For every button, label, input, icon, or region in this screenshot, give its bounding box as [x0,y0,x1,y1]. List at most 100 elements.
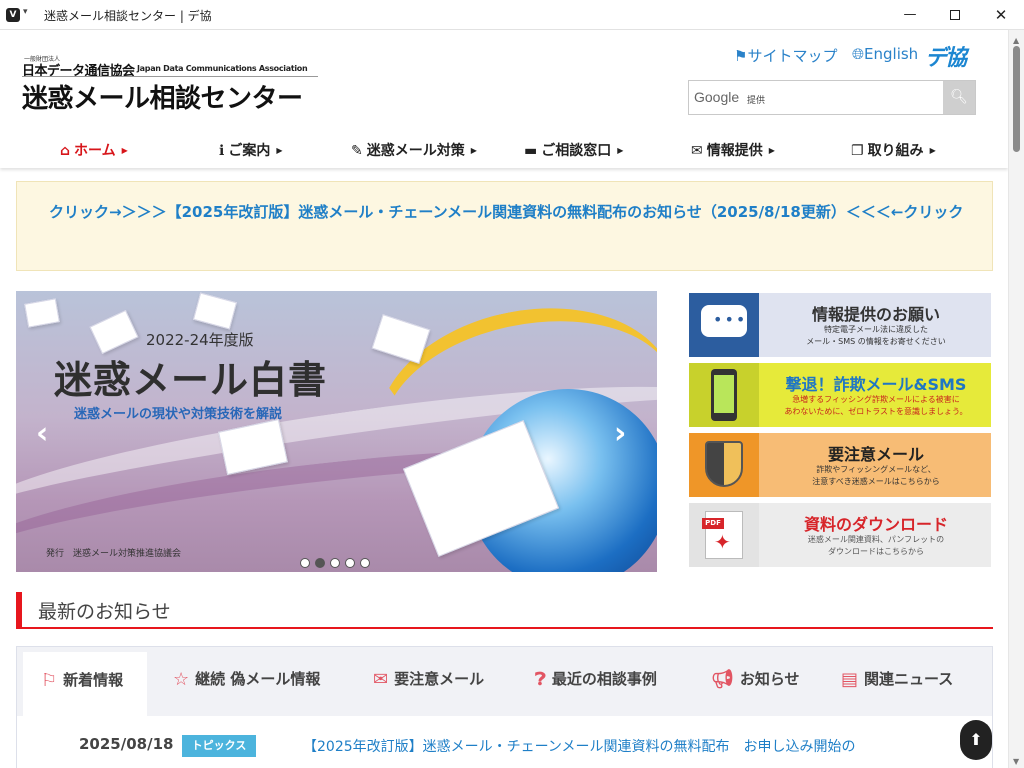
search-box[interactable]: Google 提供 🔍︎ [688,80,976,115]
signpost-icon: ⚐ [41,670,58,691]
banner-report-request[interactable]: ••• 情報提供のお願い 特定電子メール法に違反した メール・SMS の情報をお寄… [689,293,991,357]
org-name-english[interactable]: Japan Data Communications Association [137,64,308,73]
scroll-up-arrow-icon[interactable]: ▲ [1013,36,1019,45]
nav-label: ご相談窓口 [541,143,612,159]
tab-recent-cases[interactable]: ❓︎ 最近の相談事例 [535,647,657,717]
banner-title: 要注意メール [827,445,924,464]
slider-next-button[interactable]: › [614,419,626,449]
window-titlebar: V ▾ 迷惑メール相談センター | デ協 — ✕ [0,0,1024,30]
chat-icon: ▬ [524,143,538,159]
globe-icon: 🌐︎ [852,45,865,63]
arrow-up-icon: ⬆ [969,730,983,749]
banner-fraud-sms[interactable]: 撃退！詐欺メール&SMS 急増するフィッシング詐欺メールによる被害に あわないため… [689,363,991,427]
phone-screen [714,375,734,413]
tab-related-news[interactable]: ▤ 関連ニュース [841,647,953,717]
tab-label: 要注意メール [394,670,485,688]
dekyo-logo[interactable]: デ協 [925,40,977,71]
tab-fake-mail[interactable]: ☆ 継続 偽メール情報 [173,647,320,717]
hero-slider[interactable]: 2022-24年度版 迷惑メール白書 迷惑メールの現状や対策技術を解説 発行 迷… [16,291,657,572]
nav-label: ご案内 [228,143,271,159]
english-link[interactable]: 🌐︎English [852,45,918,63]
pdf-icon: PDF ✦ [689,503,759,567]
site-header: 一般財団法人 日本データ通信協会 Japan Data Communicatio… [0,30,1008,168]
nav-item-home[interactable]: ⌂ ホーム ▶ [60,140,128,160]
tab-new-info[interactable]: ⚐ 新着情報 [23,652,147,717]
shield-shape [705,441,743,487]
caret-right-icon: ▶ [617,146,624,155]
news-heading-text: 最新のお知らせ [38,601,171,623]
slider-dot[interactable] [345,558,355,568]
nav-item-consultation[interactable]: ▬ ご相談窓口 ▶ [524,140,623,160]
banner-desc-line: 急増するフィッシング詐欺メールによる被害に [792,395,960,404]
scroll-thumb[interactable] [1013,46,1020,152]
google-provided-label: 提供 [747,96,766,106]
nav-item-report[interactable]: ✉ 情報提供 ▶ [691,140,775,160]
caret-right-icon: ▶ [276,146,283,155]
slider-dots [300,553,375,568]
megaphone-icon: 📢︎ [711,669,734,690]
news-section-heading: 最新のお知らせ [16,592,993,629]
banner-desc: 迷惑メール関連資料、パンフレットの ダウンロードはこちらから [761,534,991,558]
list-item: 2025/08/18 トピックス 【2025年改訂版】迷惑メール・チェーンメール… [16,716,993,768]
page-scrollbar[interactable]: ▲ ▼ [1008,30,1024,768]
search-button[interactable]: 🔍︎ [943,81,975,114]
tab-caution-mail[interactable]: ✉ 要注意メール [373,647,484,717]
tab-label: 新着情報 [63,671,124,689]
home-icon: ⌂ [60,143,71,159]
tab-label: 関連ニュース [864,670,954,688]
maximize-button[interactable] [940,4,970,26]
smartphone-icon [689,363,759,427]
news-tabs: ⚐ 新着情報 ☆ 継続 偽メール情報 ✉ 要注意メール ❓︎ 最近の相談事例 📢︎ お知ら… [16,646,993,717]
banner-desc-line: 注意すべき迷惑メールはこちらから [812,477,940,486]
slide-title: 迷惑メール白書 [54,358,328,402]
acrobat-icon: ✦ [714,530,731,554]
news-title-link[interactable]: 【2025年改訂版】迷惑メール・チェーンメール関連資料の無料配布 お申し込み開始… [303,736,943,756]
banner-desc-line: 特定電子メール法に違反した [824,325,928,334]
app-icon[interactable]: V [6,8,20,22]
documents-icon: ❐ [851,143,864,159]
window-title: 迷惑メール相談センター | デ協 [44,9,212,23]
category-badge: トピックス [182,735,256,757]
tab-label: お知らせ [739,670,800,688]
banner-desc-line: あわないために、ゼロトラストを意識しましょう。 [784,407,968,416]
star-icon: ☆ [173,669,190,690]
slide-year: 2022-24年度版 [146,331,254,349]
tab-announcements[interactable]: 📢︎ お知らせ [711,647,800,717]
back-to-top-button[interactable]: ⬆ [960,720,992,760]
tab-label: 継続 偽メール情報 [195,670,321,688]
tab-label: 最近の相談事例 [551,670,657,688]
site-title[interactable]: 迷惑メール相談センター [22,78,303,115]
nav-item-initiatives[interactable]: ❐ 取り組み ▶ [851,140,936,160]
slider-prev-button[interactable]: ‹ [36,419,48,449]
pdf-document-shape: PDF ✦ [702,511,743,559]
sitemap-link[interactable]: ⚑サイトマップ [734,45,837,66]
chat-bubble-shape: ••• [701,305,747,337]
shield-icon [689,433,759,497]
banner-title: 情報提供のお願い [811,305,940,324]
minimize-button[interactable]: — [895,4,925,26]
slider-dot[interactable] [360,558,370,568]
newspaper-icon: ▤ [841,669,859,690]
nav-item-guide[interactable]: ℹ ご案内 ▶ [219,140,282,160]
banner-desc: 急増するフィッシング詐欺メールによる被害に あわないために、ゼロトラストを意識しま… [761,394,991,418]
slider-dot[interactable] [330,558,340,568]
slider-dot[interactable] [315,558,325,568]
notice-link[interactable]: クリック→＞＞＞【2025年改訂版】迷惑メール・チェーンメール関連資料の無料配布… [33,198,978,227]
chat-bubble-icon: ••• [689,293,759,357]
chevron-left-icon: ‹ [36,416,49,451]
slider-dot[interactable] [300,558,310,568]
nav-label: 取り組み [867,143,924,159]
app-menu-chevron-icon[interactable]: ▾ [23,7,28,17]
search-icon: 🔍︎ [950,89,968,105]
close-button[interactable]: ✕ [986,4,1016,26]
scroll-down-arrow-icon[interactable]: ▼ [1013,757,1019,766]
banner-desc: 特定電子メール法に違反した メール・SMS の情報をお寄せください [761,324,991,348]
nav-item-countermeasures[interactable]: ✎ 迷惑メール対策 ▶ [351,140,477,160]
notice-banner: クリック→＞＞＞【2025年改訂版】迷惑メール・チェーンメール関連資料の無料配布… [16,181,993,271]
english-label: English [864,45,919,63]
envelope-illustration [89,309,139,355]
banner-download[interactable]: PDF ✦ 資料のダウンロード 迷惑メール関連資料、パンフレットの ダウンロードは… [689,503,991,567]
caret-right-icon: ▶ [929,146,936,155]
nav-label: 情報提供 [706,143,763,159]
banner-caution-mail[interactable]: 要注意メール 詐欺やフィッシングメールなど、 注意すべき迷惑メールはこちらから [689,433,991,497]
